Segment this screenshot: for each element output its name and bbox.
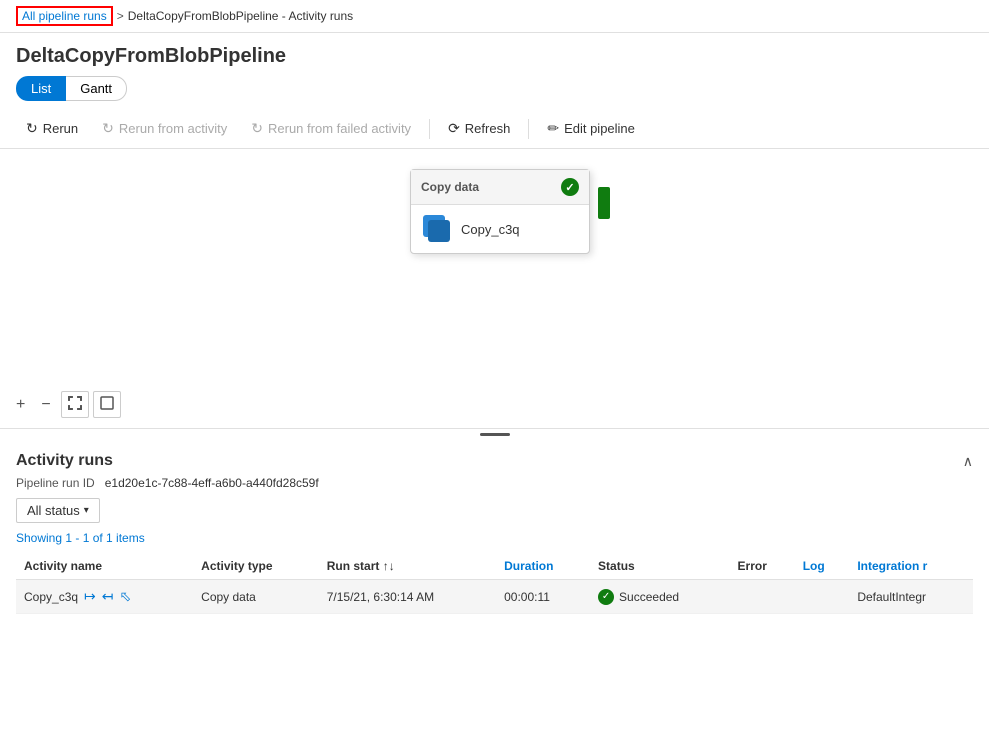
breadcrumb-bar: All pipeline runs > DeltaCopyFromBlobPip… <box>0 0 989 33</box>
canvas-area: Copy data ✓ Copy_c3q + − <box>0 149 989 429</box>
all-pipeline-runs-link[interactable]: All pipeline runs <box>16 6 113 26</box>
collapse-line <box>480 433 510 436</box>
pipeline-node <box>598 187 610 219</box>
table-row: Copy_c3q ↦ ↤ ⬁ Copy data7/15/21, 6:30:14… <box>16 580 973 614</box>
breadcrumb-separator: > <box>117 9 124 23</box>
cell-status: ✓ Succeeded <box>590 580 729 614</box>
cell-integration: DefaultIntegr <box>849 580 973 614</box>
count-row: Showing 1 - 1 of 1 items <box>16 531 973 545</box>
action-icon-output[interactable]: ↤ <box>102 588 114 605</box>
list-view-button[interactable]: List <box>16 76 66 101</box>
activity-popup-header: Copy data ✓ <box>411 170 589 205</box>
pipeline-run-id-row: Pipeline run ID e1d20e1c-7c88-4eff-a6b0-… <box>16 474 973 498</box>
zoom-fullscreen-button[interactable] <box>93 391 121 418</box>
cell-error <box>730 580 795 614</box>
refresh-icon: ⟳ <box>448 120 460 137</box>
cell-activity-name: Copy_c3q ↦ ↤ ⬁ <box>16 580 193 614</box>
zoom-fit-button[interactable] <box>61 391 89 418</box>
success-check-icon: ✓ <box>561 178 579 196</box>
col-integration: Integration r <box>849 553 973 580</box>
col-duration: Duration <box>496 553 590 580</box>
activity-popup-type: Copy data <box>421 180 479 194</box>
activity-popup[interactable]: Copy data ✓ Copy_c3q <box>410 169 590 254</box>
rerun-from-failed-button[interactable]: ↻ Rerun from failed activity <box>241 115 421 142</box>
edit-pipeline-button[interactable]: ✏ Edit pipeline <box>537 115 645 142</box>
breadcrumb-current: DeltaCopyFromBlobPipeline - Activity run… <box>128 9 353 23</box>
cell-activity_type: Copy data <box>193 580 319 614</box>
pipeline-run-id-value: e1d20e1c-7c88-4eff-a6b0-a440fd28c59f <box>105 476 319 490</box>
col-activity-type: Activity type <box>193 553 319 580</box>
refresh-button[interactable]: ⟳ Refresh <box>438 115 520 142</box>
runs-table-body: Copy_c3q ↦ ↤ ⬁ Copy data7/15/21, 6:30:14… <box>16 580 973 614</box>
collapse-chevron-icon[interactable]: ∧ <box>963 453 973 470</box>
toolbar-separator-2 <box>528 119 529 139</box>
cell-duration: 00:00:11 <box>496 580 590 614</box>
col-activity-name: Activity name <box>16 553 193 580</box>
page-title: DeltaCopyFromBlobPipeline <box>0 33 989 76</box>
view-toggle: List Gantt <box>0 76 989 109</box>
toolbar: ↻ Rerun ↻ Rerun from activity ↻ Rerun fr… <box>0 109 989 149</box>
action-icon-input[interactable]: ↦ <box>84 588 96 605</box>
status-label: Succeeded <box>619 590 679 604</box>
collapse-bar[interactable] <box>0 429 989 440</box>
rerun-button[interactable]: ↻ Rerun <box>16 115 88 142</box>
pipeline-run-id-label: Pipeline run ID <box>16 476 95 490</box>
rerun-failed-icon: ↻ <box>251 120 263 137</box>
activity-runs-header: Activity runs ∧ <box>16 440 973 474</box>
zoom-controls: + − <box>10 391 121 418</box>
status-filter-chevron: ▾ <box>84 505 89 516</box>
rerun-activity-icon: ↻ <box>102 120 114 137</box>
toolbar-separator <box>429 119 430 139</box>
zoom-fit-icon <box>67 395 83 411</box>
fullscreen-icon <box>99 395 115 411</box>
activity-name-label: Copy_c3q <box>461 222 520 237</box>
cell-run_start: 7/15/21, 6:30:14 AM <box>319 580 496 614</box>
zoom-out-button[interactable]: − <box>35 394 56 416</box>
activity-name-value: Copy_c3q <box>24 590 78 604</box>
edit-icon: ✏ <box>547 120 559 137</box>
col-status: Status <box>590 553 729 580</box>
cell-log <box>795 580 850 614</box>
rerun-icon: ↻ <box>26 120 38 137</box>
activity-runs-table: Activity name Activity type Run start ↑↓… <box>16 553 973 614</box>
table-header-row: Activity name Activity type Run start ↑↓… <box>16 553 973 580</box>
activity-runs-section: Activity runs ∧ Pipeline run ID e1d20e1c… <box>0 440 989 614</box>
action-icon-details[interactable]: ⬁ <box>120 588 132 605</box>
status-filter-label: All status <box>27 503 80 518</box>
col-error: Error <box>730 553 795 580</box>
status-filter[interactable]: All status ▾ <box>16 498 100 523</box>
activity-runs-title: Activity runs <box>16 452 113 470</box>
gantt-view-button[interactable]: Gantt <box>66 76 127 101</box>
col-log: Log <box>795 553 850 580</box>
status-success-icon: ✓ <box>598 589 614 605</box>
rerun-from-activity-button[interactable]: ↻ Rerun from activity <box>92 115 237 142</box>
zoom-in-button[interactable]: + <box>10 394 31 416</box>
col-run-start[interactable]: Run start ↑↓ <box>319 553 496 580</box>
activity-popup-body: Copy_c3q <box>411 205 589 253</box>
copy-data-icon <box>423 215 451 243</box>
